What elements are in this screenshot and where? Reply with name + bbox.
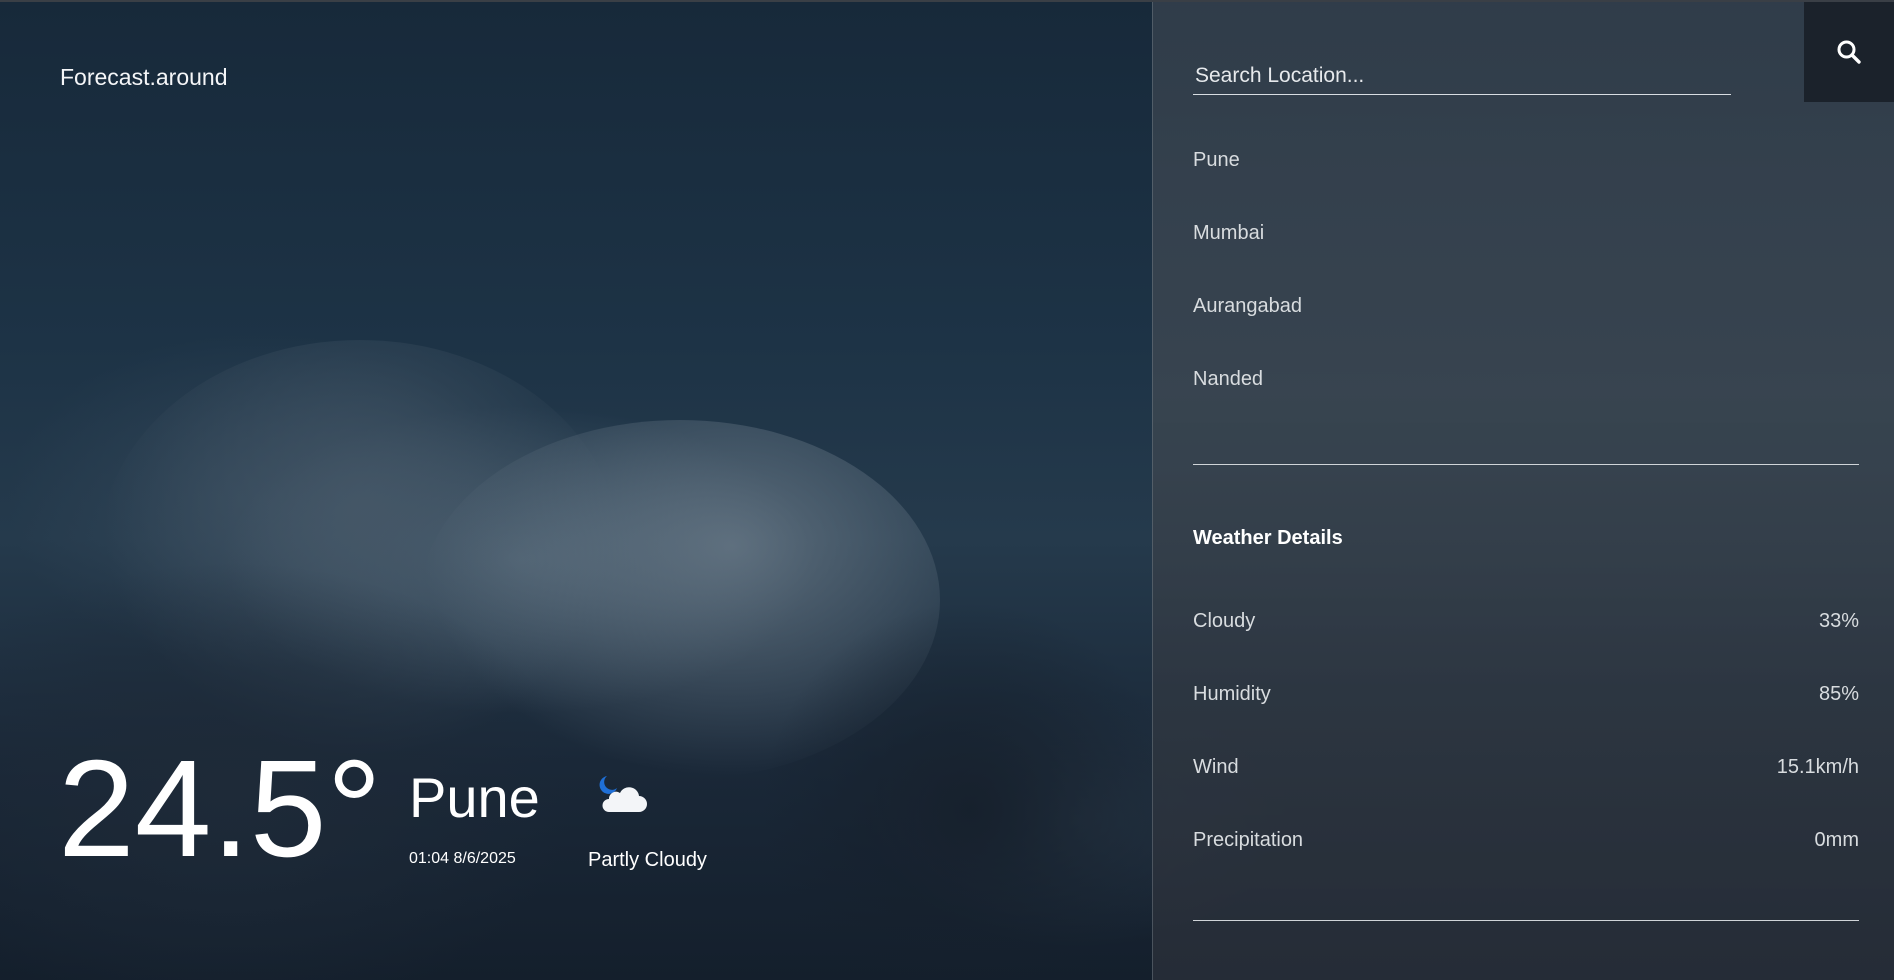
search-location-input[interactable]: [1193, 58, 1731, 95]
side-panel: Pune Mumbai Aurangabad Nanded Weather De…: [1152, 2, 1894, 980]
detail-value: 85%: [1818, 683, 1859, 705]
detail-row-wind: Wind 15.1km/h: [1193, 756, 1859, 779]
brand-logo-text: Forecast.around: [60, 64, 228, 90]
detail-label: Precipitation: [1193, 829, 1304, 851]
section-divider: [1193, 464, 1859, 465]
detail-row-cloudy: Cloudy 33%: [1193, 610, 1859, 633]
location-item-mumbai[interactable]: Mumbai: [1193, 223, 1302, 296]
search-button[interactable]: [1804, 2, 1894, 102]
detail-value: 15.1km/h: [1776, 756, 1859, 778]
location-item-pune[interactable]: Pune: [1193, 150, 1302, 223]
location-item-aurangabad[interactable]: Aurangabad: [1193, 296, 1302, 369]
section-divider: [1193, 920, 1859, 921]
weather-details-title: Weather Details: [1193, 527, 1343, 549]
detail-row-humidity: Humidity 85%: [1193, 683, 1859, 706]
weather-app: Forecast.around 24.5° Pune 01:04 8/6/202…: [0, 0, 1894, 980]
detail-label: Humidity: [1193, 683, 1271, 705]
recent-locations-list: Pune Mumbai Aurangabad Nanded: [1193, 150, 1302, 442]
current-datetime: 01:04 8/6/2025: [409, 850, 516, 867]
detail-label: Wind: [1193, 756, 1239, 778]
detail-value: 33%: [1818, 610, 1859, 632]
detail-value: 0mm: [1814, 829, 1859, 851]
detail-label: Cloudy: [1193, 610, 1256, 632]
detail-row-precipitation: Precipitation 0mm: [1193, 829, 1859, 852]
moon-cloud-icon: [599, 776, 647, 812]
search-icon: [1837, 40, 1861, 64]
current-city: Pune: [409, 766, 540, 829]
current-temperature: 24.5°: [58, 732, 382, 886]
current-condition: Partly Cloudy: [588, 849, 707, 871]
location-item-nanded[interactable]: Nanded: [1193, 369, 1302, 442]
